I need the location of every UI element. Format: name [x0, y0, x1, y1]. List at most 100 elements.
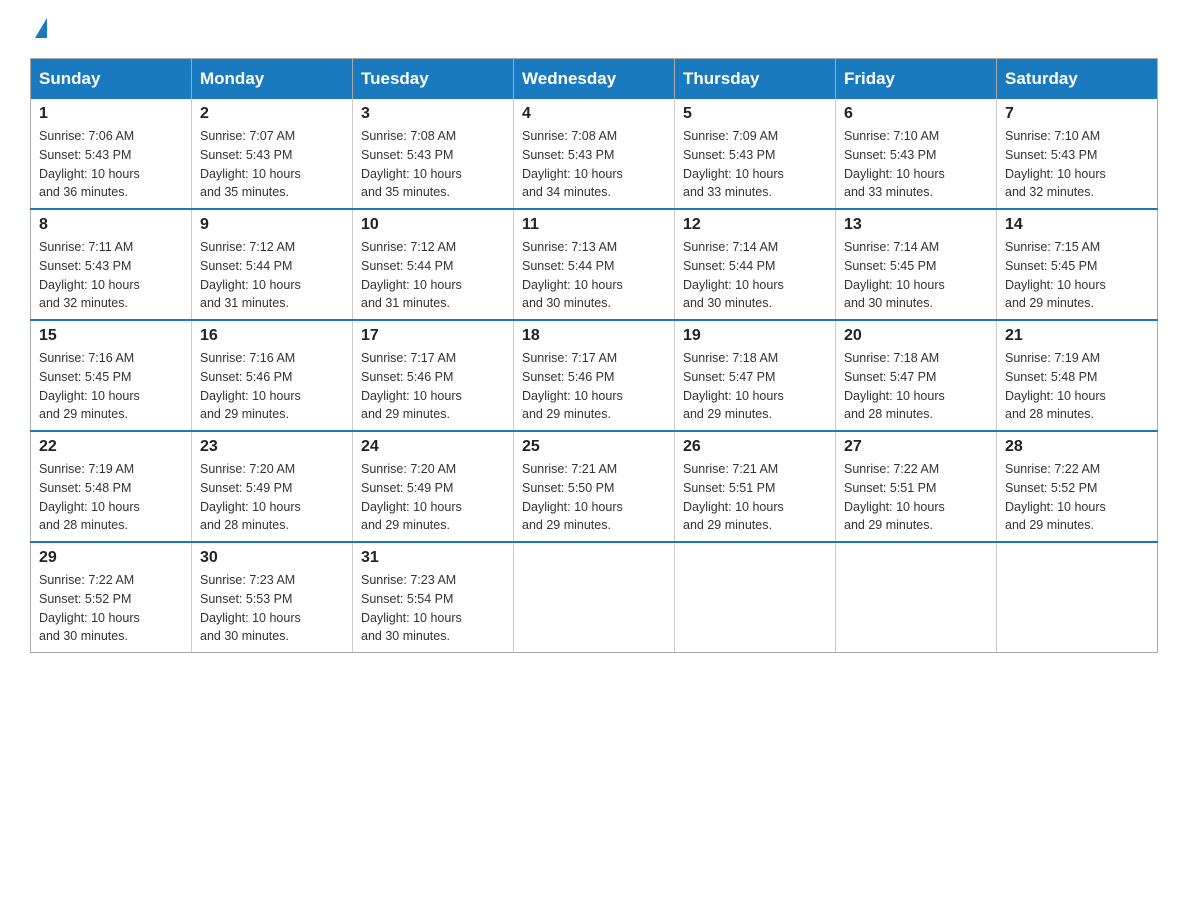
day-number: 28: [1005, 438, 1149, 456]
day-info: Sunrise: 7:22 AM Sunset: 5:52 PM Dayligh…: [1005, 460, 1149, 535]
calendar-header-friday: Friday: [836, 59, 997, 100]
day-info: Sunrise: 7:08 AM Sunset: 5:43 PM Dayligh…: [361, 127, 505, 202]
day-info: Sunrise: 7:23 AM Sunset: 5:53 PM Dayligh…: [200, 571, 344, 646]
day-info: Sunrise: 7:22 AM Sunset: 5:51 PM Dayligh…: [844, 460, 988, 535]
day-number: 7: [1005, 105, 1149, 123]
day-info: Sunrise: 7:12 AM Sunset: 5:44 PM Dayligh…: [200, 238, 344, 313]
day-info: Sunrise: 7:14 AM Sunset: 5:44 PM Dayligh…: [683, 238, 827, 313]
day-number: 8: [39, 216, 183, 234]
calendar-cell: 2 Sunrise: 7:07 AM Sunset: 5:43 PM Dayli…: [192, 99, 353, 209]
calendar-cell: 25 Sunrise: 7:21 AM Sunset: 5:50 PM Dayl…: [514, 431, 675, 542]
calendar-cell: 9 Sunrise: 7:12 AM Sunset: 5:44 PM Dayli…: [192, 209, 353, 320]
day-info: Sunrise: 7:11 AM Sunset: 5:43 PM Dayligh…: [39, 238, 183, 313]
calendar-cell: 15 Sunrise: 7:16 AM Sunset: 5:45 PM Dayl…: [31, 320, 192, 431]
calendar-header-thursday: Thursday: [675, 59, 836, 100]
calendar-table: SundayMondayTuesdayWednesdayThursdayFrid…: [30, 58, 1158, 653]
logo-triangle-icon: [35, 18, 47, 38]
calendar-cell: 16 Sunrise: 7:16 AM Sunset: 5:46 PM Dayl…: [192, 320, 353, 431]
day-info: Sunrise: 7:20 AM Sunset: 5:49 PM Dayligh…: [200, 460, 344, 535]
calendar-week-row: 1 Sunrise: 7:06 AM Sunset: 5:43 PM Dayli…: [31, 99, 1158, 209]
calendar-cell: 22 Sunrise: 7:19 AM Sunset: 5:48 PM Dayl…: [31, 431, 192, 542]
day-number: 10: [361, 216, 505, 234]
day-number: 20: [844, 327, 988, 345]
day-number: 6: [844, 105, 988, 123]
day-number: 22: [39, 438, 183, 456]
day-info: Sunrise: 7:16 AM Sunset: 5:45 PM Dayligh…: [39, 349, 183, 424]
day-number: 30: [200, 549, 344, 567]
calendar-week-row: 15 Sunrise: 7:16 AM Sunset: 5:45 PM Dayl…: [31, 320, 1158, 431]
calendar-cell: 20 Sunrise: 7:18 AM Sunset: 5:47 PM Dayl…: [836, 320, 997, 431]
day-number: 24: [361, 438, 505, 456]
day-number: 5: [683, 105, 827, 123]
day-number: 11: [522, 216, 666, 234]
calendar-cell: 10 Sunrise: 7:12 AM Sunset: 5:44 PM Dayl…: [353, 209, 514, 320]
day-number: 15: [39, 327, 183, 345]
day-number: 16: [200, 327, 344, 345]
calendar-cell: 19 Sunrise: 7:18 AM Sunset: 5:47 PM Dayl…: [675, 320, 836, 431]
day-info: Sunrise: 7:09 AM Sunset: 5:43 PM Dayligh…: [683, 127, 827, 202]
page-header: [30, 20, 1158, 40]
calendar-cell: [514, 542, 675, 653]
day-number: 1: [39, 105, 183, 123]
day-info: Sunrise: 7:08 AM Sunset: 5:43 PM Dayligh…: [522, 127, 666, 202]
day-number: 14: [1005, 216, 1149, 234]
calendar-cell: 7 Sunrise: 7:10 AM Sunset: 5:43 PM Dayli…: [997, 99, 1158, 209]
calendar-cell: [675, 542, 836, 653]
calendar-cell: 6 Sunrise: 7:10 AM Sunset: 5:43 PM Dayli…: [836, 99, 997, 209]
day-info: Sunrise: 7:16 AM Sunset: 5:46 PM Dayligh…: [200, 349, 344, 424]
calendar-week-row: 29 Sunrise: 7:22 AM Sunset: 5:52 PM Dayl…: [31, 542, 1158, 653]
calendar-cell: 23 Sunrise: 7:20 AM Sunset: 5:49 PM Dayl…: [192, 431, 353, 542]
day-number: 17: [361, 327, 505, 345]
calendar-cell: 12 Sunrise: 7:14 AM Sunset: 5:44 PM Dayl…: [675, 209, 836, 320]
day-info: Sunrise: 7:19 AM Sunset: 5:48 PM Dayligh…: [1005, 349, 1149, 424]
calendar-header-wednesday: Wednesday: [514, 59, 675, 100]
day-number: 26: [683, 438, 827, 456]
calendar-cell: 17 Sunrise: 7:17 AM Sunset: 5:46 PM Dayl…: [353, 320, 514, 431]
calendar-week-row: 22 Sunrise: 7:19 AM Sunset: 5:48 PM Dayl…: [31, 431, 1158, 542]
day-info: Sunrise: 7:14 AM Sunset: 5:45 PM Dayligh…: [844, 238, 988, 313]
day-info: Sunrise: 7:19 AM Sunset: 5:48 PM Dayligh…: [39, 460, 183, 535]
day-number: 19: [683, 327, 827, 345]
day-info: Sunrise: 7:18 AM Sunset: 5:47 PM Dayligh…: [683, 349, 827, 424]
day-number: 25: [522, 438, 666, 456]
day-info: Sunrise: 7:23 AM Sunset: 5:54 PM Dayligh…: [361, 571, 505, 646]
calendar-cell: 18 Sunrise: 7:17 AM Sunset: 5:46 PM Dayl…: [514, 320, 675, 431]
day-number: 13: [844, 216, 988, 234]
day-info: Sunrise: 7:10 AM Sunset: 5:43 PM Dayligh…: [844, 127, 988, 202]
calendar-cell: 13 Sunrise: 7:14 AM Sunset: 5:45 PM Dayl…: [836, 209, 997, 320]
day-number: 27: [844, 438, 988, 456]
day-number: 21: [1005, 327, 1149, 345]
day-info: Sunrise: 7:07 AM Sunset: 5:43 PM Dayligh…: [200, 127, 344, 202]
day-number: 4: [522, 105, 666, 123]
calendar-cell: 29 Sunrise: 7:22 AM Sunset: 5:52 PM Dayl…: [31, 542, 192, 653]
day-number: 18: [522, 327, 666, 345]
day-number: 2: [200, 105, 344, 123]
calendar-cell: 1 Sunrise: 7:06 AM Sunset: 5:43 PM Dayli…: [31, 99, 192, 209]
calendar-header-monday: Monday: [192, 59, 353, 100]
calendar-header-row: SundayMondayTuesdayWednesdayThursdayFrid…: [31, 59, 1158, 100]
calendar-header-saturday: Saturday: [997, 59, 1158, 100]
calendar-header-sunday: Sunday: [31, 59, 192, 100]
day-info: Sunrise: 7:22 AM Sunset: 5:52 PM Dayligh…: [39, 571, 183, 646]
calendar-cell: [997, 542, 1158, 653]
calendar-cell: 30 Sunrise: 7:23 AM Sunset: 5:53 PM Dayl…: [192, 542, 353, 653]
day-number: 12: [683, 216, 827, 234]
calendar-cell: 24 Sunrise: 7:20 AM Sunset: 5:49 PM Dayl…: [353, 431, 514, 542]
day-info: Sunrise: 7:21 AM Sunset: 5:51 PM Dayligh…: [683, 460, 827, 535]
day-info: Sunrise: 7:17 AM Sunset: 5:46 PM Dayligh…: [361, 349, 505, 424]
logo: [30, 20, 47, 40]
day-info: Sunrise: 7:15 AM Sunset: 5:45 PM Dayligh…: [1005, 238, 1149, 313]
calendar-cell: 5 Sunrise: 7:09 AM Sunset: 5:43 PM Dayli…: [675, 99, 836, 209]
day-info: Sunrise: 7:20 AM Sunset: 5:49 PM Dayligh…: [361, 460, 505, 535]
day-number: 9: [200, 216, 344, 234]
calendar-cell: 3 Sunrise: 7:08 AM Sunset: 5:43 PM Dayli…: [353, 99, 514, 209]
calendar-header-tuesday: Tuesday: [353, 59, 514, 100]
calendar-cell: 27 Sunrise: 7:22 AM Sunset: 5:51 PM Dayl…: [836, 431, 997, 542]
calendar-cell: 31 Sunrise: 7:23 AM Sunset: 5:54 PM Dayl…: [353, 542, 514, 653]
day-number: 23: [200, 438, 344, 456]
day-info: Sunrise: 7:17 AM Sunset: 5:46 PM Dayligh…: [522, 349, 666, 424]
day-info: Sunrise: 7:18 AM Sunset: 5:47 PM Dayligh…: [844, 349, 988, 424]
calendar-cell: 26 Sunrise: 7:21 AM Sunset: 5:51 PM Dayl…: [675, 431, 836, 542]
day-number: 29: [39, 549, 183, 567]
calendar-cell: 14 Sunrise: 7:15 AM Sunset: 5:45 PM Dayl…: [997, 209, 1158, 320]
